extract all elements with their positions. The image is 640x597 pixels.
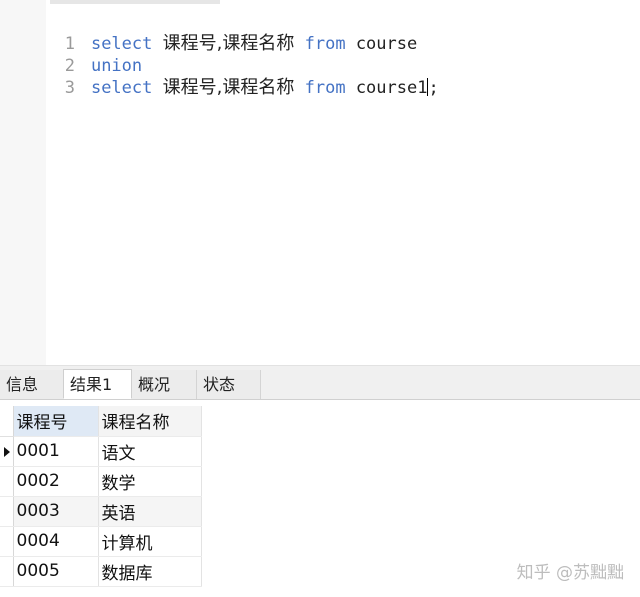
cell-course-name[interactable]: 英语	[98, 496, 202, 527]
cell-course-id[interactable]: 0001	[13, 436, 99, 467]
table-row[interactable]: 0003 英语	[0, 496, 202, 527]
tab-status[interactable]: 状态	[197, 370, 261, 399]
code-line-3[interactable]: 3 select 课程号,课程名称 from course1;	[0, 55, 439, 98]
row-indicator-header	[0, 406, 14, 437]
cell-course-name[interactable]: 数据库	[98, 556, 202, 587]
tab-result-1[interactable]: 结果1	[63, 369, 132, 399]
cell-course-name[interactable]: 数学	[98, 466, 202, 497]
cell-course-name[interactable]: 语文	[98, 436, 202, 467]
table-row[interactable]: 0005 数据库	[0, 556, 202, 587]
table-row[interactable]: 0001 语文	[0, 436, 202, 467]
column-header-course-name[interactable]: 课程名称	[98, 406, 202, 437]
column-header-course-id[interactable]: 课程号	[13, 406, 99, 437]
cell-course-name[interactable]: 计算机	[98, 526, 202, 557]
statement-terminator: ;	[428, 78, 439, 98]
row-indicator[interactable]	[0, 436, 14, 467]
row-indicator[interactable]	[0, 496, 14, 527]
row-indicator[interactable]	[0, 556, 14, 587]
table-name: course	[355, 34, 418, 54]
sql-editor[interactable]: 1 select 课程号,课程名称 from course 2 union 3 sel…	[0, 0, 640, 365]
row-indicator[interactable]	[0, 466, 14, 497]
result-panel: 课程号 课程名称 0001 语文 0002 数学 0003 英语 0004 计算…	[0, 400, 640, 597]
tab-info[interactable]: 信息	[0, 370, 64, 399]
keyword-from: from	[304, 34, 346, 54]
editor-top-strip	[0, 0, 640, 4]
line-number: 3	[64, 78, 75, 98]
keyword-from: from	[304, 78, 346, 98]
result-tabbar: 信息 结果1 概况 状态	[0, 369, 640, 400]
cell-course-id[interactable]: 0003	[13, 496, 99, 527]
column-list: 课程号,课程名称	[162, 77, 295, 98]
column-list: 课程号,课程名称	[162, 33, 295, 54]
result-grid[interactable]: 课程号 课程名称 0001 语文 0002 数学 0003 英语 0004 计算…	[0, 406, 202, 587]
row-indicator[interactable]	[0, 526, 14, 557]
current-row-arrow-icon	[4, 446, 10, 457]
header-row: 课程号 课程名称	[0, 406, 202, 437]
watermark: 知乎 @苏黜黜	[516, 563, 624, 583]
table-name: course1	[355, 78, 428, 98]
keyword-select: select	[90, 78, 153, 98]
cell-course-id[interactable]: 0005	[13, 556, 99, 587]
code-line-2[interactable]: 2 union	[0, 33, 142, 76]
cell-course-id[interactable]: 0004	[13, 526, 99, 557]
table-row[interactable]: 0004 计算机	[0, 526, 202, 557]
code-line-1[interactable]: 1 select 课程号,课程名称 from course	[0, 11, 418, 54]
cell-course-id[interactable]: 0002	[13, 466, 99, 497]
table-row[interactable]: 0002 数学	[0, 466, 202, 497]
tab-profile[interactable]: 概况	[132, 370, 197, 399]
